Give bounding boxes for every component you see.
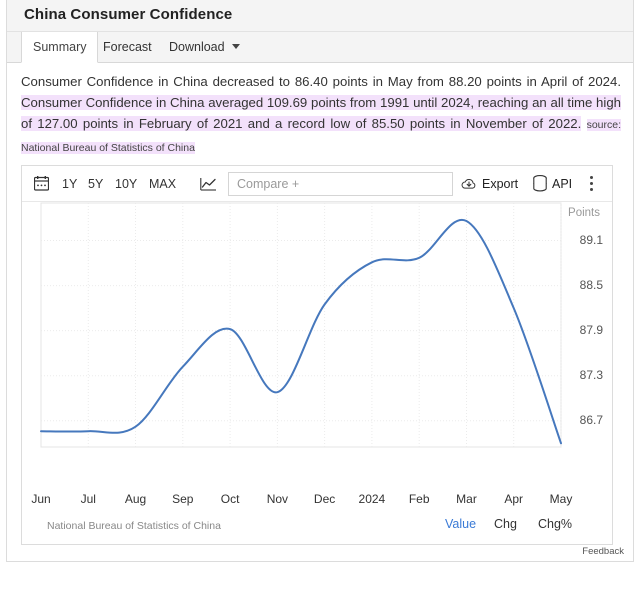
export-button[interactable]: Export	[482, 166, 518, 202]
compare-input[interactable]	[228, 172, 453, 196]
tab-forecast-label: Forecast	[103, 40, 152, 54]
line-chart-svg	[40, 202, 562, 448]
y-axis-tick-label: 86.7	[579, 412, 603, 427]
description-paragraph: Consumer Confidence in China decreased t…	[21, 71, 622, 159]
tab-forecast[interactable]: Forecast	[92, 32, 163, 63]
page-title: China Consumer Confidence	[24, 6, 233, 23]
line-chart-icon[interactable]	[200, 177, 217, 191]
chart-footer: National Bureau of Statistics of China V…	[22, 514, 612, 544]
database-icon[interactable]	[533, 175, 547, 192]
toggle-chg-percent[interactable]: Chg%	[538, 517, 572, 531]
range-button-max[interactable]: MAX	[149, 166, 176, 202]
y-axis-tick-label: 87.9	[579, 322, 603, 337]
tab-bar: Summary Forecast Download	[7, 32, 633, 63]
toggle-value[interactable]: Value	[445, 517, 476, 531]
tab-download-label: Download	[169, 40, 225, 54]
x-axis-tick-label: Nov	[266, 492, 289, 506]
page-root: China Consumer Confidence Summary Foreca…	[0, 0, 640, 592]
range-button-10y[interactable]: 10Y	[115, 166, 137, 202]
tab-summary[interactable]: Summary	[21, 32, 99, 63]
x-axis-tick-label: Jun	[31, 492, 51, 506]
chart-source-label: National Bureau of Statistics of China	[47, 520, 221, 532]
vertical-dots-icon[interactable]	[590, 176, 594, 192]
y-axis-tick-label: 89.1	[579, 232, 603, 247]
content-panel: China Consumer Confidence Summary Foreca…	[6, 0, 634, 562]
x-axis-tick-label: Mar	[456, 492, 477, 506]
chart-card: 1Y 5Y 10Y MAX Compare + Export API Point…	[21, 165, 613, 545]
x-axis-tick-label: May	[549, 492, 573, 506]
range-button-5y[interactable]: 5Y	[88, 166, 103, 202]
title-bar: China Consumer Confidence	[7, 0, 633, 32]
toggle-chg[interactable]: Chg	[494, 517, 517, 531]
calendar-icon[interactable]	[33, 176, 50, 191]
tab-summary-label: Summary	[33, 40, 87, 54]
x-axis-tick-label: Apr	[504, 492, 524, 506]
range-button-1y[interactable]: 1Y	[62, 166, 77, 202]
chevron-down-icon	[232, 44, 241, 49]
y-axis-tick-label: 87.3	[579, 367, 603, 382]
cloud-download-icon[interactable]	[461, 176, 477, 192]
x-axis-tick-label: 2024	[358, 492, 386, 506]
plot-area: 89.1 88.5 87.9 87.3 86.7 Jun Jul Aug Sep Oct Nov D…	[22, 202, 612, 512]
x-axis-labels: Jun Jul Aug Sep Oct Nov Dec 2024 Feb Mar Apr May	[22, 492, 612, 510]
feedback-link[interactable]: Feedback	[582, 546, 624, 557]
x-axis-tick-label: Dec	[313, 492, 336, 506]
y-axis-labels: 89.1 88.5 87.9 87.3 86.7	[551, 202, 603, 512]
x-axis-tick-label: Oct	[220, 492, 240, 506]
api-button[interactable]: API	[552, 166, 572, 202]
x-axis-tick-label: Jul	[80, 492, 96, 506]
y-axis-tick-label: 88.5	[579, 277, 603, 292]
chart-toolbar: 1Y 5Y 10Y MAX Compare + Export API	[22, 166, 612, 202]
x-axis-tick-label: Feb	[408, 492, 430, 506]
x-axis-tick-label: Aug	[124, 492, 147, 506]
description-lead: Consumer Confidence in China decreased t…	[21, 74, 621, 89]
x-axis-tick-label: Sep	[172, 492, 194, 506]
tab-download[interactable]: Download	[158, 32, 251, 63]
description-highlight: Consumer Confidence in China averaged 10…	[21, 95, 621, 131]
